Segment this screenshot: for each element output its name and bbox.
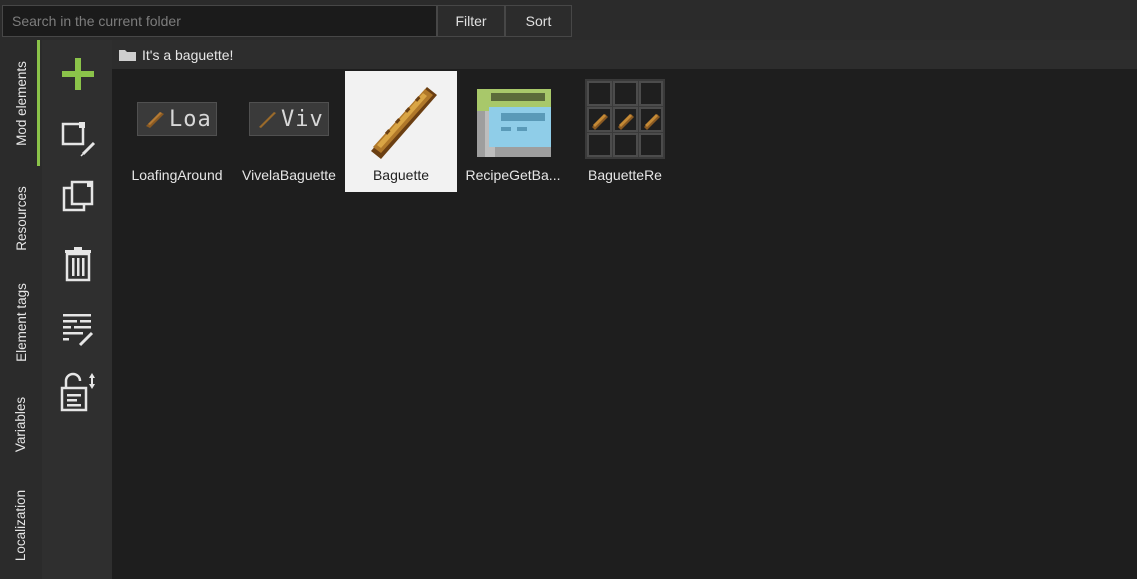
duplicate-icon xyxy=(62,180,94,212)
lock-code-icon xyxy=(60,372,95,412)
edit-list-button[interactable] xyxy=(56,306,100,350)
elements-grid: Loa LoafingAround Viv VivelaBaguette Bag… xyxy=(112,69,1137,579)
element-tile-baguettere[interactable]: BaguetteRe xyxy=(569,71,681,192)
element-tile-baguette[interactable]: Baguette xyxy=(345,71,457,192)
element-name: LoafingAround xyxy=(131,167,223,183)
element-name: BaguetteRe xyxy=(588,167,662,183)
recipe-machine-icon xyxy=(477,89,551,157)
element-thumbnail xyxy=(457,79,569,159)
edit-list-icon xyxy=(63,314,94,347)
edit-element-button[interactable] xyxy=(56,116,100,160)
crafting-grid-icon xyxy=(585,79,665,159)
tab-label: Resources xyxy=(13,185,29,251)
add-element-button[interactable] xyxy=(56,52,100,96)
tab-mod-elements[interactable]: Mod elements xyxy=(0,40,42,166)
element-thumbnail xyxy=(345,79,457,159)
tab-label: Element tags xyxy=(13,282,29,362)
folder-icon xyxy=(119,49,136,61)
tab-variables[interactable]: Variables xyxy=(0,378,42,470)
delete-icon xyxy=(65,247,91,282)
breadcrumb: It's a baguette! xyxy=(112,40,1137,69)
element-name: Baguette xyxy=(372,167,430,183)
element-tile-vivelabaguette[interactable]: Viv VivelaBaguette xyxy=(233,71,345,192)
filter-button[interactable]: Filter xyxy=(437,5,505,37)
tag-text: Loa xyxy=(169,106,212,132)
element-tile-recipegetbaguette[interactable]: RecipeGetBa... xyxy=(457,71,569,192)
baguette-item-icon xyxy=(371,87,437,159)
tab-label: Mod elements xyxy=(13,60,29,146)
element-tile-loafingaround[interactable]: Loa LoafingAround xyxy=(121,71,233,192)
element-thumbnail: Loa xyxy=(121,79,233,159)
tool-column xyxy=(42,40,112,579)
tab-localization[interactable]: Localization xyxy=(0,472,42,578)
breadcrumb-path[interactable]: It's a baguette! xyxy=(142,47,233,63)
search-input[interactable] xyxy=(2,5,437,37)
edit-element-icon xyxy=(61,122,96,157)
element-thumbnail xyxy=(569,79,681,159)
element-name: VivelaBaguette xyxy=(242,167,336,183)
vertical-tab-bar: Mod elements Resources Element tags Vari… xyxy=(0,40,42,579)
delete-button[interactable] xyxy=(56,242,100,286)
stick-small-icon xyxy=(259,112,276,128)
tab-resources[interactable]: Resources xyxy=(0,168,42,268)
sort-button[interactable]: Sort xyxy=(505,5,572,37)
baguette-small-icon xyxy=(146,112,164,128)
duplicate-button[interactable] xyxy=(56,176,100,220)
tab-element-tags[interactable]: Element tags xyxy=(0,270,42,374)
element-thumbnail: Viv xyxy=(233,79,345,159)
text-tag-icon: Viv xyxy=(249,102,329,136)
tab-label: Variables xyxy=(13,396,29,452)
text-tag-icon: Loa xyxy=(137,102,217,136)
top-bar: Filter Sort xyxy=(0,0,1137,40)
tab-label: Localization xyxy=(13,489,29,561)
lock-code-button[interactable] xyxy=(56,370,100,414)
element-name: RecipeGetBa... xyxy=(465,167,561,183)
tag-text: Viv xyxy=(281,106,324,132)
plus-icon xyxy=(62,58,94,90)
